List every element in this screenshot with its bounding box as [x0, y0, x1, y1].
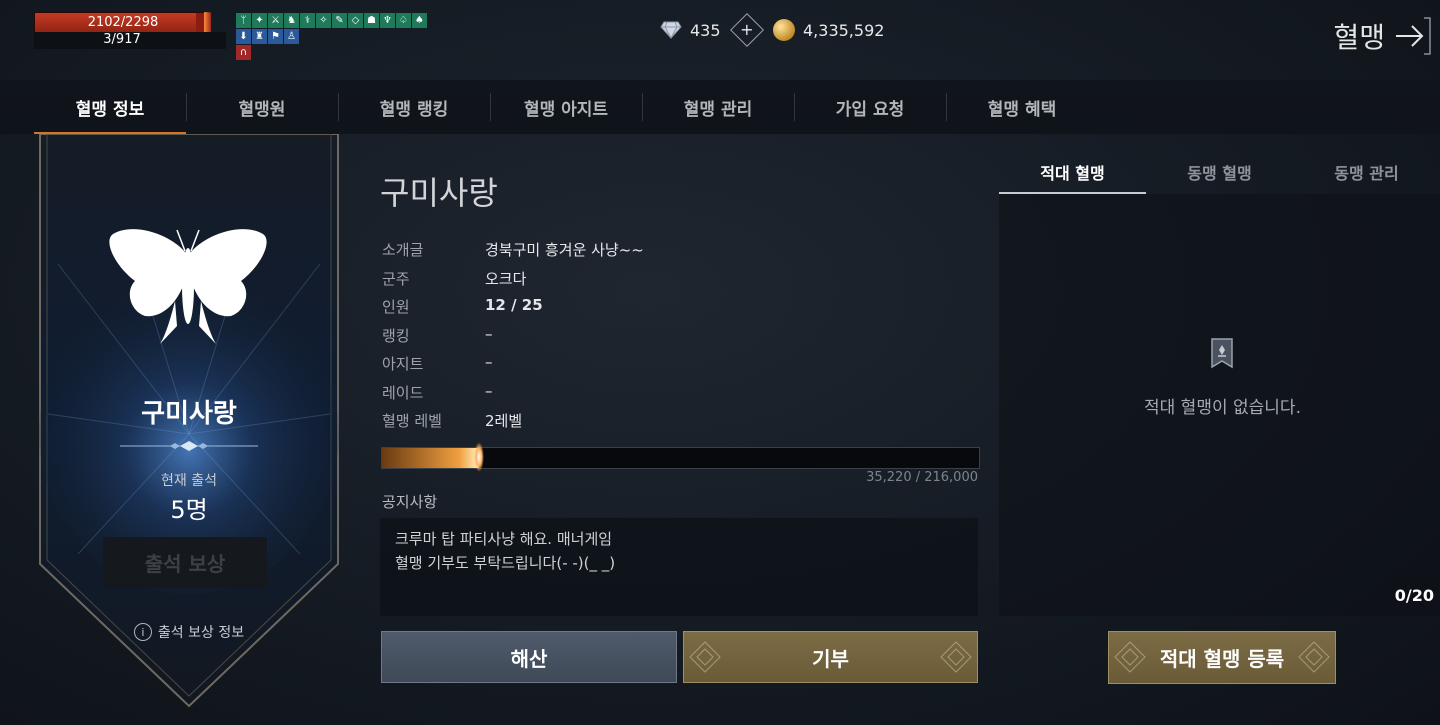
tab-6[interactable]: 혈맹 혜택	[946, 80, 1098, 134]
add-diamond-button[interactable]: +	[729, 13, 764, 47]
buff-icon: ♜	[252, 29, 267, 44]
info-value: –	[485, 353, 493, 371]
tab-separator	[338, 93, 339, 121]
buff-icon: ◇	[348, 13, 363, 28]
buff-icon: ☗	[364, 13, 379, 28]
button-ornament	[940, 641, 972, 673]
buff-icon: ✧	[316, 13, 331, 28]
enemy-count: 0/20	[1394, 586, 1434, 605]
buff-icon: ♙	[284, 29, 299, 44]
info-value: 2레벨	[485, 412, 523, 430]
tab-4[interactable]: 혈맹 관리	[642, 80, 794, 134]
buff-icon: ✦	[252, 13, 267, 28]
coin-icon	[773, 19, 795, 41]
buff-icon: ⚑	[268, 29, 283, 44]
hp-bar: 2102/2298	[34, 12, 212, 34]
empty-enemy-text: 적대 혈맹이 없습니다.	[1144, 398, 1301, 418]
banner-icon	[1211, 338, 1233, 369]
tab-5[interactable]: 가입 요청	[794, 80, 946, 134]
tab-separator	[490, 93, 491, 121]
clan-xp-fill	[382, 448, 480, 468]
buff-icon: ∩	[236, 45, 251, 60]
tab-2[interactable]: 혈맹 랭킹	[338, 80, 490, 134]
buff-row: ᛘ ✦ ⚔ ♞ ⚕ ✧ ✎ ◇ ☗ ♆ ♤ ♠	[236, 13, 446, 28]
attendance-label: 현재 출석	[161, 473, 217, 489]
info-key: 랭킹	[382, 326, 410, 345]
debuff-row: ∩	[236, 45, 446, 60]
buff-icon: ♠	[412, 13, 427, 28]
info-value: 12 / 25	[485, 296, 543, 314]
register-enemy-button[interactable]: 적대 혈맹 등록	[1108, 631, 1336, 684]
clan-title: 구미사랑	[380, 174, 498, 212]
tab-0[interactable]: 혈맹 정보	[34, 80, 186, 134]
level-text: 3/917	[103, 32, 141, 47]
banner-clan-name: 구미사랑	[141, 399, 237, 429]
tab-separator	[946, 93, 947, 121]
notice-box: 크루마 탑 파티사냥 해요. 매너게임 혈맹 기부도 부탁드립니다(- -)(_…	[380, 518, 978, 616]
donate-button[interactable]: 기부	[683, 631, 978, 683]
right-tab-2[interactable]: 동맹 관리	[1293, 150, 1440, 194]
disband-button[interactable]: 해산	[381, 631, 677, 683]
diamond-icon	[660, 21, 682, 39]
tab-separator	[642, 93, 643, 121]
divider-ornament	[120, 441, 258, 451]
button-ornament	[689, 641, 721, 673]
notice-line: 혈맹 기부도 부탁드립니다(- -)(_ _)	[395, 554, 616, 572]
clan-xp-glow	[474, 442, 485, 472]
buff-icon: ♞	[284, 13, 299, 28]
notice-line: 크루마 탑 파티사냥 해요. 매너게임	[395, 530, 613, 548]
right-tab-1[interactable]: 동맹 혈맹	[1146, 150, 1293, 194]
info-key: 소개글	[382, 241, 424, 259]
button-ornament	[1298, 641, 1330, 673]
hp-text: 2102/2298	[87, 15, 159, 30]
button-ornament	[1114, 641, 1146, 673]
gold-currency: 4,335,592	[773, 16, 884, 44]
page-title: 혈맹	[1333, 21, 1385, 54]
tab-1[interactable]: 혈맹원	[186, 80, 338, 134]
info-value: 경북구미 흥겨운 사냥~~	[485, 241, 644, 259]
butterfly-icon	[109, 229, 267, 344]
info-icon: i	[133, 623, 152, 641]
info-value: –	[485, 324, 493, 343]
tab-separator	[186, 93, 187, 121]
buff-icon: ⚕	[300, 13, 315, 28]
info-key: 레이드	[382, 383, 424, 402]
tab-3[interactable]: 혈맹 아지트	[490, 80, 642, 134]
attendance-count: 5명	[170, 496, 208, 524]
clan-xp-bar	[381, 442, 980, 472]
buff-list: ᛘ ✦ ⚔ ♞ ⚕ ✧ ✎ ◇ ☗ ♆ ♤ ♠ ⬇ ♜ ⚑ ♙ ∩	[236, 13, 446, 61]
info-key: 아지트	[382, 355, 424, 373]
gold-amount: 4,335,592	[803, 20, 885, 40]
buff-row: ⬇ ♜ ⚑ ♙	[236, 29, 446, 44]
notice-label: 공지사항	[382, 493, 438, 511]
reward-info-label: 출석 보상 정보	[157, 625, 245, 641]
diamond-amount: 435	[690, 20, 721, 40]
attendance-reward-button[interactable]: 출석 보상	[103, 537, 267, 588]
buff-icon: ✎	[332, 13, 347, 28]
exit-icon[interactable]	[1394, 16, 1434, 56]
info-key: 인원	[382, 298, 410, 316]
hp-glow	[204, 12, 212, 32]
level-box: 3/917	[34, 32, 226, 49]
info-key: 혈맹 레벨	[382, 412, 442, 430]
buff-icon: ⬇	[236, 29, 251, 44]
buff-icon: ♤	[396, 13, 411, 28]
donate-label: 기부	[812, 646, 849, 671]
buff-icon: ⚔	[268, 13, 283, 28]
info-value: –	[485, 381, 493, 400]
clan-xp-text: 35,220 / 216,000	[866, 470, 978, 485]
buff-icon: ᛘ	[236, 13, 251, 28]
right-tab-0[interactable]: 적대 혈맹	[999, 150, 1146, 194]
tab-separator	[794, 93, 795, 121]
plus-icon: +	[739, 20, 754, 39]
diamond-currency: 435 +	[660, 13, 764, 47]
buff-icon: ♆	[380, 13, 395, 28]
register-enemy-label: 적대 혈맹 등록	[1159, 647, 1285, 671]
reward-info-link[interactable]: i 출석 보상 정보	[38, 622, 340, 642]
info-value: 오크다	[485, 269, 527, 288]
info-key: 군주	[382, 269, 410, 288]
